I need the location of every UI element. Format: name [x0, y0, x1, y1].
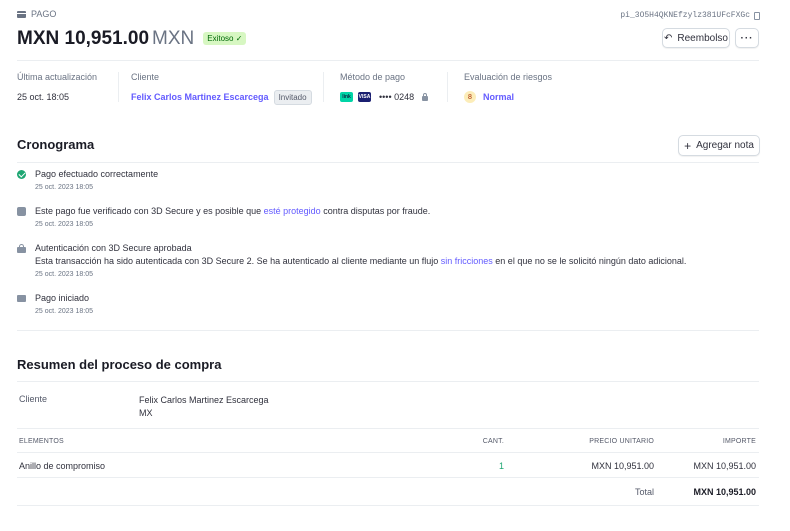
col-amount-header: IMPORTE	[722, 438, 756, 445]
event-date: 25 oct. 2023 18:05	[35, 308, 93, 315]
event-title: Autenticación con 3D Secure aprobada	[35, 243, 192, 253]
event-text: en el que no se le solicitó ningún dato …	[492, 256, 687, 266]
checkout-title: Resumen del proceso de compra	[17, 357, 222, 372]
card-last4: •••• 0248	[379, 92, 415, 102]
protected-link[interactable]: esté protegido	[264, 206, 321, 216]
event-title: Este pago fue verificado con 3D Secure y…	[35, 206, 430, 216]
shield-info-icon	[17, 207, 26, 216]
customer-link[interactable]: Felix Carlos Martinez Escarcega	[131, 92, 269, 102]
add-note-label: Agregar nota	[696, 140, 754, 151]
meta-updated: Última actualización 25 oct. 18:05	[17, 72, 97, 104]
payment-amount: MXN 10,951.00	[17, 28, 150, 49]
meta-customer: Cliente Felix Carlos Martinez Escarcega …	[131, 72, 312, 105]
event-title: Pago iniciado	[35, 293, 90, 303]
checkout-customer-country: MX	[139, 408, 153, 418]
table-header-divider	[17, 452, 759, 453]
card-icon	[17, 295, 26, 302]
event-date: 25 oct. 2023 18:05	[35, 221, 93, 228]
guest-tag: Invitado	[273, 89, 312, 105]
event-text: Este pago fue verificado con 3D Secure y…	[35, 206, 264, 216]
updated-value: 25 oct. 18:05	[17, 92, 70, 102]
total-value: MXN 10,951.00	[693, 487, 756, 497]
event-text: Esta transacción ha sido autenticada con…	[35, 256, 441, 266]
refund-icon: ↶	[664, 32, 673, 44]
visa-logo-icon: VISA	[358, 92, 371, 102]
section-divider	[17, 330, 759, 331]
plus-icon: +	[684, 138, 692, 153]
meta-separator	[447, 72, 448, 102]
meta-payment-method: Método de pago link VISA •••• 0248	[340, 72, 429, 104]
col-items-header: ELEMENTOS	[19, 438, 64, 445]
item-name: Anillo de compromiso	[19, 461, 106, 471]
meta-separator	[118, 72, 119, 102]
updated-label: Última actualización	[17, 72, 98, 82]
lock-icon	[422, 93, 429, 101]
lock-icon	[17, 244, 26, 253]
payment-label-text: PAGO	[31, 9, 57, 19]
checkout-divider	[17, 381, 759, 382]
more-actions-button[interactable]: ···	[735, 28, 759, 48]
meta-separator	[323, 72, 324, 102]
col-qty-header: CANT.	[482, 438, 504, 445]
event-detail: Esta transacción ha sido autenticada con…	[35, 256, 686, 266]
status-badge: Exitoso ✓	[203, 32, 247, 45]
copy-icon[interactable]	[754, 11, 760, 20]
total-label: Total	[634, 487, 654, 497]
add-note-button[interactable]: + Agregar nota	[678, 135, 760, 156]
card-icon	[17, 10, 26, 18]
method-label: Método de pago	[340, 72, 406, 82]
event-date: 25 oct. 2023 18:05	[35, 271, 93, 278]
item-unit-price: MXN 10,951.00	[591, 461, 654, 471]
refund-label: Reembolso	[677, 32, 728, 44]
customer-label: Cliente	[131, 72, 160, 82]
event-text: contra disputas por fraude.	[320, 206, 431, 216]
payment-id-text: pi_3O5H4QKNEfzylz381UFcFXGc	[620, 11, 750, 20]
payment-type-label: PAGO	[17, 9, 56, 19]
checkout-customer-value: Felix Carlos Martinez Escarcega MX	[139, 394, 269, 420]
link-logo-icon: link	[340, 92, 353, 102]
amount-row: MXN 10,951.00 MXN Exitoso ✓	[17, 28, 247, 50]
risk-value-link[interactable]: Normal	[483, 92, 514, 102]
timeline-divider	[17, 162, 759, 163]
risk-label: Evaluación de riesgos	[464, 72, 553, 82]
checkout-customer-name: Felix Carlos Martinez Escarcega	[139, 395, 269, 405]
timeline-title: Cronograma	[17, 137, 95, 152]
event-title: Pago efectuado correctamente	[35, 169, 159, 179]
item-amount: MXN 10,951.00	[693, 461, 756, 471]
table-row-divider	[17, 477, 759, 478]
header-divider	[17, 60, 759, 61]
frictionless-link[interactable]: sin fricciones	[441, 256, 493, 266]
item-qty: 1	[498, 461, 504, 471]
meta-risk: Evaluación de riesgos 8 Normal	[464, 72, 552, 104]
event-date: 25 oct. 2023 18:05	[35, 184, 93, 191]
checkout-customer-label: Cliente	[19, 394, 48, 404]
check-circle-icon	[17, 170, 26, 179]
payment-currency: MXN	[152, 28, 195, 49]
col-unit-price-header: PRECIO UNITARIO	[589, 438, 654, 445]
table-bottom-divider	[17, 505, 759, 506]
table-top-divider	[17, 428, 759, 429]
payment-id[interactable]: pi_3O5H4QKNEfzylz381UFcFXGc	[620, 11, 760, 20]
risk-score-badge: 8	[464, 91, 476, 103]
refund-button[interactable]: ↶ Reembolso	[662, 28, 730, 48]
